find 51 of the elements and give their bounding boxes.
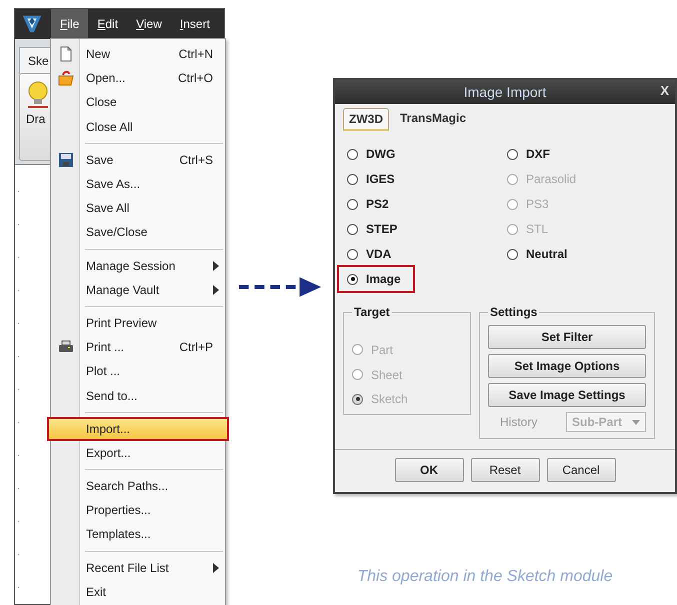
dialog-button[interactable]: OK	[394, 458, 464, 482]
radio-option[interactable]: VDA	[347, 245, 507, 263]
menu-bar-item[interactable]: Insert	[170, 9, 219, 39]
dialog-title: Image Import	[464, 84, 546, 100]
history-label: History	[500, 415, 538, 429]
radio-option[interactable]: STEP	[347, 220, 507, 238]
group-title: Target	[353, 305, 391, 319]
close-button[interactable]: X	[660, 83, 669, 98]
logo-icon	[21, 13, 43, 35]
submenu-arrow-icon	[213, 562, 219, 573]
menu-item[interactable]: Exit	[51, 580, 225, 604]
menu-item[interactable]: Save Ctrl+S	[51, 148, 225, 172]
document-icon	[58, 46, 74, 62]
menu-item[interactable]: Recent File List	[51, 556, 225, 580]
menu-bar-item[interactable]: View	[127, 9, 171, 39]
menu-item[interactable]: Save As...	[51, 172, 225, 196]
menu-item[interactable]: Templates...	[51, 522, 225, 547]
group-title: Settings	[489, 305, 538, 319]
menu-item[interactable]: Manage Vault	[51, 278, 225, 302]
radio-option[interactable]: Neutral	[507, 245, 667, 263]
menu-item[interactable]: Search Paths...	[51, 474, 225, 498]
menu-bar-item[interactable]: Edit	[88, 9, 128, 39]
menu-item[interactable]: Print ... Ctrl+P	[51, 335, 225, 360]
radio-option[interactable]: DXF	[507, 145, 667, 163]
submenu-arrow-icon	[213, 284, 219, 295]
menu-item[interactable]: Manage Session	[51, 254, 225, 278]
menu-item[interactable]: Print Preview	[51, 310, 225, 336]
settings-button[interactable]: Save Image Settings	[488, 383, 646, 407]
radio-option[interactable]: PS2	[347, 195, 507, 213]
settings-button[interactable]: Set Filter	[488, 325, 646, 349]
menu-item[interactable]: Plot ...	[51, 359, 225, 384]
lightbulb-icon	[26, 80, 50, 108]
menu-item[interactable]: Save/Close	[51, 220, 225, 244]
caption: This operation in the Sketch module	[356, 568, 614, 586]
radio-option[interactable]: Image	[337, 265, 415, 293]
menu-item[interactable]: Properties...	[51, 498, 225, 522]
menu-item[interactable]: Send to...	[51, 383, 225, 408]
caret-icon	[632, 420, 640, 424]
submenu-arrow-icon	[213, 260, 219, 271]
menu-item[interactable]: Save All	[51, 196, 225, 220]
radio-option[interactable]: IGES	[347, 170, 507, 188]
tab[interactable]: ZW3D	[343, 108, 389, 131]
radio-option[interactable]: DWG	[347, 145, 507, 163]
dialog-button[interactable]: Cancel	[546, 458, 616, 482]
folder-icon	[58, 70, 74, 86]
settings-button[interactable]: Set Image Options	[488, 354, 646, 378]
dialog-button[interactable]: Reset	[470, 458, 540, 482]
menu-item[interactable]: Import...	[47, 416, 229, 441]
tab[interactable]: TransMagic	[395, 108, 472, 131]
menu-bar-item[interactable]: File	[51, 9, 88, 39]
menu-item[interactable]: Export...	[51, 440, 225, 465]
